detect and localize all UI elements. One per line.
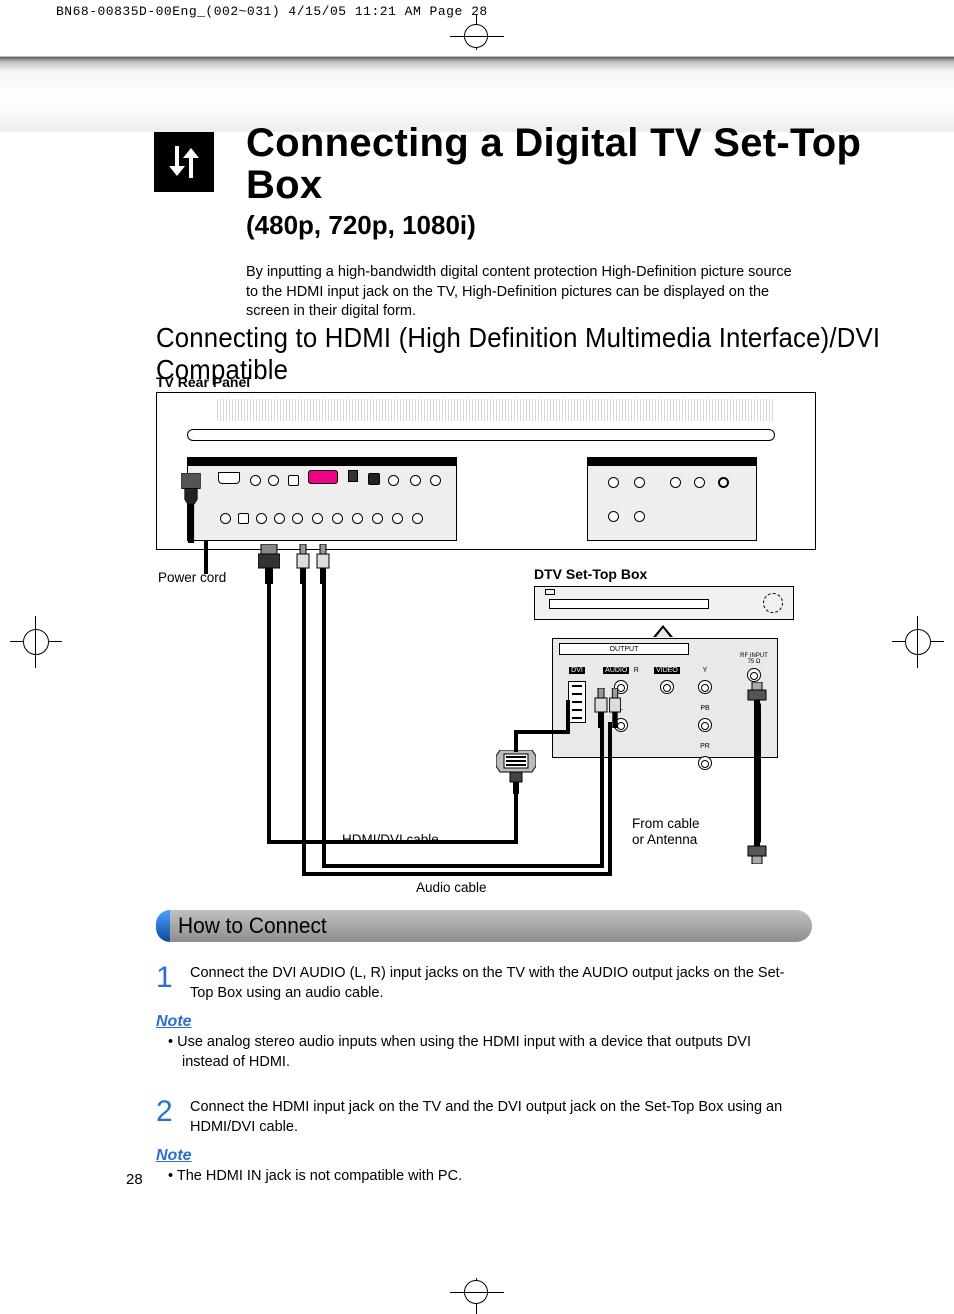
dvi-connector-icon (496, 750, 536, 794)
step-1-text: Connect the DVI AUDIO (L, R) input jacks… (190, 964, 790, 1003)
how-to-connect-section: How to Connect 1 Connect the DVI AUDIO (… (156, 910, 812, 1187)
crop-mark-bottom (450, 1278, 504, 1306)
dtv-set-top-box (534, 586, 794, 620)
note-1-text: • Use analog stereo audio inputs when us… (156, 1033, 766, 1072)
audio-cable-seg (322, 864, 604, 868)
video-jack-icon (660, 680, 674, 694)
pb-label: PB (700, 705, 709, 712)
coax-cable (754, 702, 761, 844)
step-1-number: 1 (156, 964, 176, 1003)
page-title: Connecting a Digital TV Set-Top Box (246, 122, 896, 206)
audio-cable-seg (608, 722, 612, 876)
step-1: 1 Connect the DVI AUDIO (L, R) input jac… (156, 964, 812, 1003)
step-2-text: Connect the HDMI input jack on the TV an… (190, 1098, 790, 1137)
crop-mark-top (450, 22, 504, 50)
y-label: Y (703, 667, 708, 674)
y-jack-icon (698, 680, 712, 694)
note-heading: Note (156, 1013, 812, 1031)
hdmi-cable-seg (566, 700, 570, 734)
note-2-text: • The HDMI IN jack is not compatible wit… (156, 1167, 766, 1187)
audio-cable-seg (322, 582, 326, 866)
title-block: Connecting a Digital TV Set-Top Box (480… (156, 122, 896, 322)
step-2-number: 2 (156, 1098, 176, 1137)
audio-cable-seg (302, 872, 612, 876)
tv-input-group-right (587, 457, 757, 541)
pb-jack-icon (698, 718, 712, 732)
bar-accent (156, 910, 170, 942)
hdmi-cable-seg (267, 582, 271, 842)
from-cable-line1: From cable (632, 816, 700, 831)
note-heading: Note (156, 1147, 812, 1165)
rf-ohm-label: 75 Ω (739, 659, 769, 665)
dtv-output-panel: OUTPUT DVI AUDIO R L VIDEO Y PB PR RF IN… (552, 638, 778, 758)
how-to-connect-bar: How to Connect (156, 910, 812, 942)
hdmi-cable-label: HDMI/DVI cable (342, 832, 439, 847)
hdmi-cable-seg (514, 730, 570, 734)
rf-jack-icon (747, 668, 761, 682)
crop-mark-right (892, 616, 944, 668)
hdmi-cable-seg (514, 732, 518, 752)
hdmi-cable-seg (514, 790, 518, 844)
tv-input-group-left (187, 457, 457, 541)
from-cable-label: From cable or Antenna (632, 816, 700, 848)
tv-rear-panel (156, 392, 816, 550)
page-description: By inputting a high-bandwidth digital co… (246, 263, 806, 322)
pr-label: PR (700, 743, 710, 750)
coax-connector-icon (746, 840, 768, 864)
dvi-jack-icon (568, 681, 586, 723)
print-header: BN68-00835D-00Eng_(002~031) 4/15/05 11:2… (56, 4, 488, 19)
crop-mark-left (10, 616, 62, 668)
connection-diagram: OUTPUT DVI AUDIO R L VIDEO Y PB PR RF IN… (156, 392, 816, 902)
power-cable (204, 540, 208, 574)
power-cord-label: Power cord (158, 570, 226, 585)
dtv-box-label: DTV Set-Top Box (534, 566, 647, 582)
output-label: OUTPUT (559, 643, 689, 655)
hdmi-connector-icon (258, 544, 280, 584)
audio-cable-seg (600, 722, 604, 868)
page: BN68-00835D-00Eng_(002~031) 4/15/05 11:2… (0, 0, 954, 1310)
how-to-connect-heading: How to Connect (178, 913, 327, 939)
power-cord-icon (173, 473, 209, 543)
video-label: VIDEO (654, 667, 680, 674)
rca-connector-icon (609, 688, 622, 728)
page-number: 28 (126, 1171, 143, 1188)
rca-connector-icon (296, 544, 310, 584)
rca-connector-icon (316, 544, 330, 584)
page-subtitle: (480p, 720p, 1080i) (246, 210, 896, 241)
step-2: 2 Connect the HDMI input jack on the TV … (156, 1098, 812, 1137)
audio-label: AUDIO (603, 667, 629, 674)
r-label: R (634, 667, 639, 674)
pr-jack-icon (698, 756, 712, 770)
audio-cable-label: Audio cable (416, 880, 487, 895)
section-heading: Connecting to HDMI (High Definition Mult… (156, 322, 890, 386)
connection-arrows-icon (154, 132, 214, 192)
coax-connector-icon (746, 682, 768, 706)
from-cable-line2: or Antenna (632, 832, 697, 847)
audio-cable-seg (302, 582, 306, 874)
tv-rear-panel-label: TV Rear Panel (156, 374, 250, 390)
rca-connector-icon (594, 688, 608, 728)
dvi-label: DVI (569, 667, 585, 674)
